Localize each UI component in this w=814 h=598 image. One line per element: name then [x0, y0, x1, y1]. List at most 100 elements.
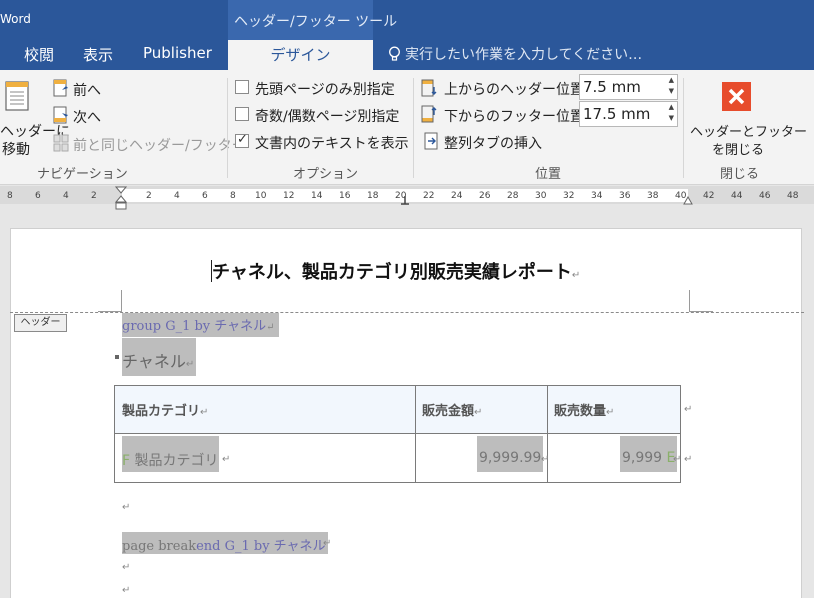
group-separator: [413, 78, 414, 178]
previous-section-icon: [53, 79, 68, 97]
indent-marker-icon[interactable]: [115, 186, 127, 210]
show-document-text-checkbox[interactable]: [235, 132, 249, 148]
header-tag: ヘッダー: [14, 314, 67, 332]
category-value: 製品カテゴリ: [134, 453, 219, 469]
ruler-label: 12: [283, 191, 295, 201]
channel-field-text: チャネル: [122, 352, 186, 371]
close-group-label: 閉じる: [720, 167, 760, 182]
footer-position-value: 17.5 mm: [583, 105, 651, 123]
table-cell-quantity[interactable]: 9,999 E: [620, 436, 678, 472]
next-section-icon: [53, 106, 68, 124]
table-header-cell[interactable]: 販売金額↵: [422, 400, 482, 419]
table-header-text: 製品カテゴリ: [122, 404, 201, 419]
spin-down-icon[interactable]: ▼: [669, 87, 674, 95]
ruler-label: 8: [7, 191, 13, 201]
close-label-1: ヘッダーとフッター: [690, 125, 808, 140]
first-page-checkbox[interactable]: [235, 80, 249, 94]
odd-even-label: 奇数/偶数ページ別指定: [255, 109, 400, 125]
ruler-label: 8: [230, 191, 236, 201]
footer-position-spinner[interactable]: 17.5 mm ▲ ▼: [579, 101, 678, 127]
ruler-label: 36: [619, 191, 631, 201]
tell-me-text: 実行したい作業を入力してください…: [405, 47, 643, 63]
paragraph-mark: ↵: [606, 407, 615, 418]
close-icon: [722, 82, 751, 111]
crop-mark: [121, 290, 122, 312]
page-break-prefix: page break: [122, 539, 197, 554]
close-label-2: を閉じる: [712, 143, 765, 158]
table-cell-category[interactable]: F 製品カテゴリ: [122, 436, 219, 472]
ruler-label: 42: [703, 191, 715, 201]
app-name: Word: [0, 12, 31, 26]
paragraph-mark: ↵: [222, 454, 231, 465]
quantity-value: 9,999: [622, 450, 663, 466]
spin-up-icon[interactable]: ▲: [669, 103, 674, 111]
previous-label: 前へ: [73, 83, 101, 99]
group-separator: [683, 78, 684, 178]
spin-up-icon[interactable]: ▲: [669, 76, 674, 84]
paragraph-mark: ↵: [266, 322, 275, 333]
tab-stop-icon[interactable]: [399, 196, 411, 206]
ruler-label: 30: [535, 191, 547, 201]
footer-position-label: 下からのフッター位置:: [444, 109, 589, 125]
table-column-divider: [547, 386, 548, 482]
tab-design[interactable]: デザイン: [228, 40, 373, 70]
odd-even-checkbox[interactable]: [235, 107, 249, 121]
spin-down-icon[interactable]: ▼: [669, 114, 674, 122]
document-title-text: チャネル、製品カテゴリ別販売実績レポート: [212, 262, 572, 283]
group-field[interactable]: group G_1 by チャネル↵: [122, 313, 279, 337]
navigation-group-label: ナビゲーション: [37, 167, 128, 182]
paragraph-mark: ↵: [122, 502, 131, 513]
options-group-label: オプション: [293, 167, 359, 182]
ruler-label: 14: [311, 191, 323, 201]
header-position-icon: [421, 79, 437, 97]
alignment-tab-icon: [424, 132, 438, 150]
ruler-label: 6: [35, 191, 41, 201]
ruler-label: 22: [423, 191, 435, 201]
ruler-label: 32: [563, 191, 575, 201]
ruler-label: 4: [63, 191, 69, 201]
goto-header-icon: [5, 81, 29, 111]
paragraph-mark: ↵: [541, 454, 550, 465]
link-to-previous-label: 前と同じヘッダー/フッター: [73, 138, 246, 154]
page-break-field-text: end G_1 by チャネル: [196, 539, 326, 554]
right-indent-icon[interactable]: [683, 196, 693, 205]
group-separator: [227, 78, 228, 178]
lightbulb-icon: [389, 46, 400, 61]
ruler-label: 2: [146, 191, 152, 201]
header-position-spinner[interactable]: 7.5 mm ▲ ▼: [579, 74, 678, 100]
position-group-label: 位置: [535, 167, 562, 182]
tab-view[interactable]: 表示: [83, 44, 113, 65]
ruler-label: 34: [591, 191, 603, 201]
paragraph-mark: ↵: [474, 407, 483, 418]
page-break-field[interactable]: page breakend G_1 by チャネル: [122, 532, 328, 554]
channel-field[interactable]: チャネル↵: [122, 338, 197, 376]
table-header-text: 販売金額: [422, 404, 475, 419]
paragraph-mark: ↵: [185, 359, 195, 370]
tab-publisher[interactable]: Publisher: [143, 44, 212, 62]
row-end-mark: ↵: [684, 404, 693, 415]
paragraph-bullet: [115, 355, 119, 359]
insert-alignment-tab-label: 整列タブの挿入: [444, 136, 542, 152]
table-column-divider: [415, 386, 416, 482]
tell-me-box[interactable]: 実行したい作業を入力してください…: [388, 44, 642, 64]
header-position-label: 上からのヘッダー位置:: [444, 82, 589, 98]
ruler-label: 24: [451, 191, 463, 201]
ruler-label: 26: [479, 191, 491, 201]
footer-position-icon: [421, 105, 437, 123]
ruler-label: 18: [367, 191, 379, 201]
crop-mark: [689, 290, 690, 312]
ruler-label: 46: [759, 191, 771, 201]
document-title[interactable]: チャネル、製品カテゴリ別販売実績レポート↵: [212, 258, 580, 284]
tab-review[interactable]: 校閲: [24, 44, 54, 65]
ruler-label: 10: [255, 191, 267, 201]
paragraph-mark: ↵: [673, 454, 682, 465]
ruler-label: 28: [507, 191, 519, 201]
paragraph-mark: ↵: [571, 270, 581, 281]
table-header-cell[interactable]: 製品カテゴリ↵: [122, 400, 208, 419]
table-header-cell[interactable]: 販売数量↵: [554, 400, 614, 419]
table-cell-amount[interactable]: 9,999.99: [477, 436, 544, 472]
paragraph-mark: ↵: [323, 538, 332, 549]
ruler-label: 4: [174, 191, 180, 201]
ruler-label: 48: [787, 191, 799, 201]
first-page-label: 先頭ページのみ別指定: [255, 82, 395, 98]
